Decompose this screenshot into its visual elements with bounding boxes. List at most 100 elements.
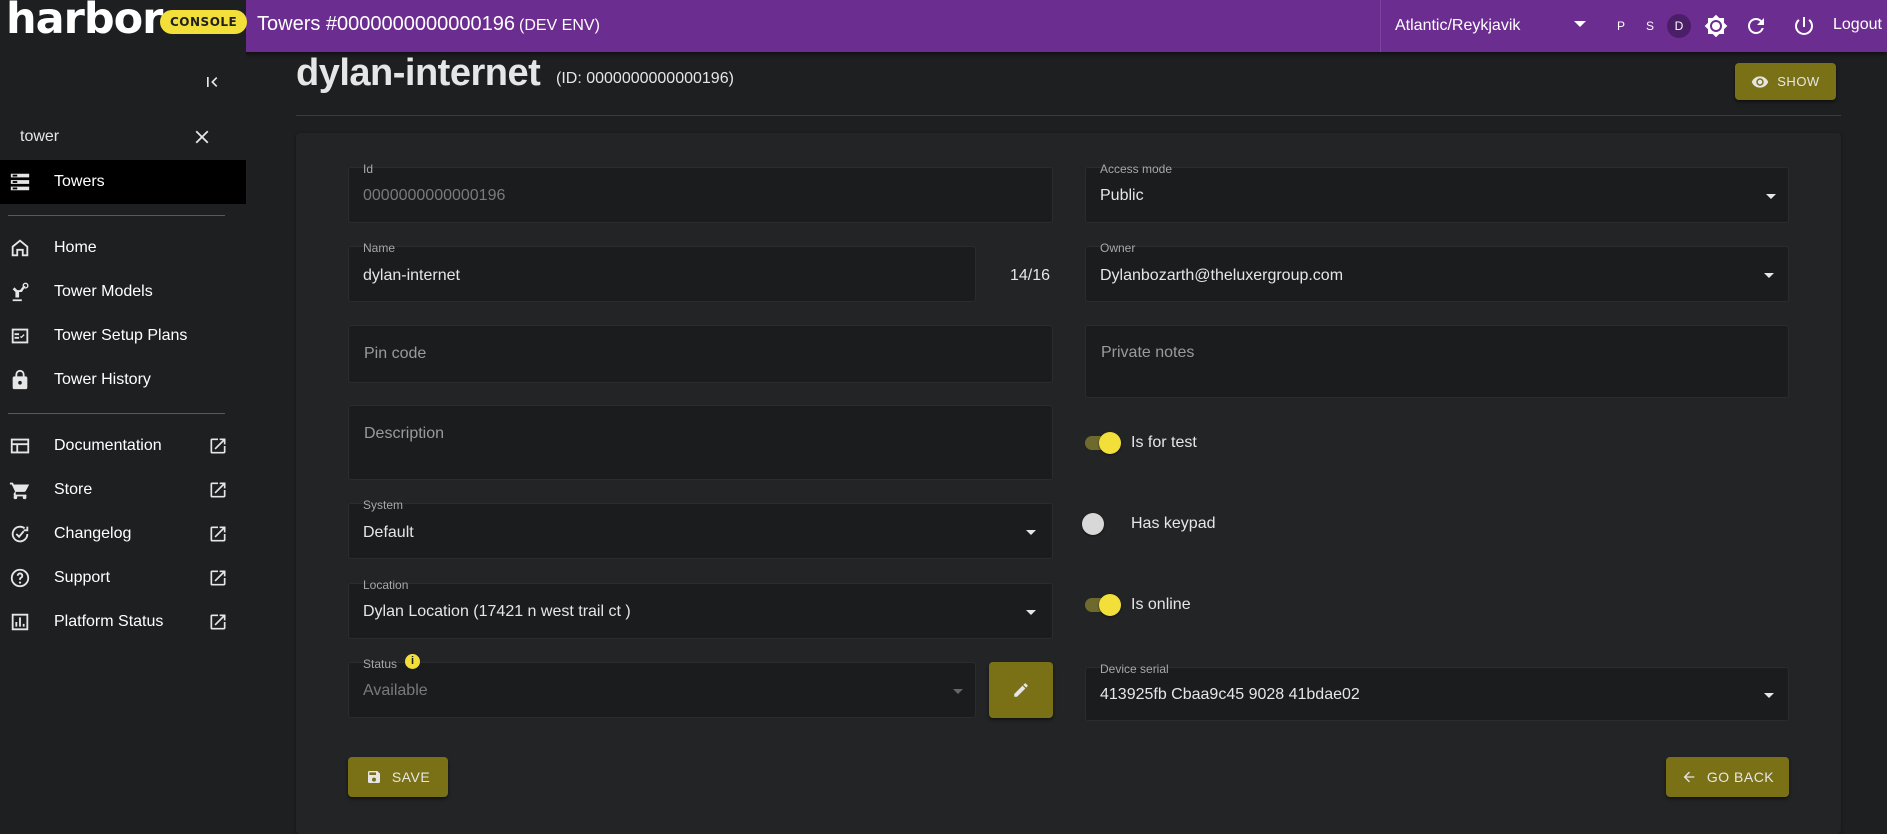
description-field[interactable]: Description <box>348 405 1053 480</box>
logo[interactable]: harbor CONSOLE <box>0 0 248 52</box>
status-chart-icon <box>8 610 32 634</box>
sidebar-item-support[interactable]: Support <box>0 556 246 600</box>
page-subtitle: (ID: 0000000000000196) <box>556 70 734 87</box>
sidebar-item-store[interactable]: Store <box>0 468 246 512</box>
location-value: Dylan Location (17421 n west trail ct ) <box>363 603 631 620</box>
open-external-icon <box>206 610 230 634</box>
sidebar-divider <box>8 215 225 216</box>
is-for-test-toggle[interactable] <box>1083 430 1123 454</box>
show-button-label: SHOW <box>1777 74 1820 89</box>
page-title: dylan-internet <box>296 52 541 94</box>
chevron-down-icon <box>1574 21 1586 27</box>
sidebar-item-documentation[interactable]: Documentation <box>0 424 246 468</box>
name-label: Name <box>363 241 396 255</box>
brand-name: harbor <box>6 0 163 44</box>
chevron-down-icon <box>1766 194 1776 199</box>
sidebar-item-towers[interactable]: Towers <box>0 160 246 204</box>
sidebar-item-label: Changelog <box>54 525 132 542</box>
open-external-icon <box>206 434 230 458</box>
layout-icon <box>8 434 32 458</box>
owner-select[interactable]: Owner Dylanbozarth@theluxergroup.com <box>1085 241 1789 302</box>
power-icon <box>1795 17 1813 35</box>
description-placeholder: Description <box>364 425 445 442</box>
sidebar-item-label: Tower History <box>54 371 151 388</box>
theme-toggle-button[interactable] <box>1702 12 1730 40</box>
env-label: (DEV ENV) <box>519 17 600 34</box>
owner-value: Dylanbozarth@theluxergroup.com <box>1100 267 1344 284</box>
env-chip-s[interactable]: S <box>1638 14 1662 38</box>
is-online-toggle[interactable] <box>1083 592 1123 616</box>
open-external-icon <box>206 478 230 502</box>
timezone-value: Atlantic/Reykjavik <box>1395 17 1521 34</box>
system-select[interactable]: System Default <box>348 498 1053 559</box>
chevron-down-icon <box>1764 693 1774 698</box>
pencil-icon <box>1014 683 1028 697</box>
has-keypad-toggle[interactable] <box>1082 511 1122 535</box>
env-chip-d[interactable]: D <box>1667 14 1691 38</box>
env-chip-p[interactable]: P <box>1609 14 1633 38</box>
page-header-title: Towers #0000000000000196 (DEV ENV) <box>257 13 600 36</box>
robot-arm-icon <box>8 280 32 304</box>
collapse-left-icon <box>207 77 218 87</box>
sidebar-item-label: Store <box>54 481 93 498</box>
header-title-text: Towers #0000000000000196 <box>257 13 515 35</box>
id-value: 0000000000000196 <box>363 187 506 204</box>
brand-badge: CONSOLE <box>160 10 248 34</box>
chevron-down-icon <box>1026 530 1036 535</box>
private-notes-field[interactable]: Private notes <box>1085 325 1789 398</box>
close-icon <box>195 130 209 144</box>
device-serial-select[interactable]: Device serial 413925fb Cbaa9c45 9028 41b… <box>1085 662 1789 721</box>
sidebar-item-changelog[interactable]: Changelog <box>0 512 246 556</box>
timezone-select[interactable]: Atlantic/Reykjavik <box>1380 0 1598 52</box>
sidebar-item-tower-models[interactable]: Tower Models <box>0 270 246 314</box>
access-mode-select[interactable]: Access mode Public <box>1085 162 1789 223</box>
open-external-icon <box>206 566 230 590</box>
go-back-button-label: GO BACK <box>1706 769 1775 785</box>
checklist-icon <box>8 324 32 348</box>
toggle-thumb <box>1082 513 1104 535</box>
system-value: Default <box>363 524 414 541</box>
device-serial-label: Device serial <box>1100 662 1169 676</box>
eye-icon <box>1752 75 1769 88</box>
access-mode-value: Public <box>1100 187 1144 204</box>
id-label: Id <box>363 162 374 176</box>
chevron-down-icon <box>953 689 963 694</box>
sidebar-item-platform-status[interactable]: Platform Status <box>0 600 246 644</box>
pin-code-field[interactable]: Pin code <box>348 325 1053 383</box>
refresh-button[interactable] <box>1742 12 1770 40</box>
sidebar-item-home[interactable]: Home <box>0 226 246 270</box>
location-select[interactable]: Location Dylan Location (17421 n west tr… <box>348 578 1053 639</box>
sidebar-item-label: Towers <box>54 173 105 190</box>
logout-link[interactable]: Logout <box>1833 16 1882 34</box>
chevron-down-icon <box>1764 273 1774 278</box>
clear-search-button[interactable] <box>190 125 214 149</box>
go-back-button[interactable]: GO BACK <box>1666 757 1789 797</box>
search-input[interactable] <box>20 122 180 152</box>
location-label: Location <box>363 578 409 592</box>
sidebar-item-label: Documentation <box>54 437 162 454</box>
refresh-icon <box>1748 18 1764 34</box>
sidebar-item-label: Tower Models <box>54 283 153 300</box>
save-icon <box>367 771 380 783</box>
sidebar-item-tower-history[interactable]: Tower History <box>0 358 246 402</box>
save-button[interactable]: SAVE <box>348 757 448 797</box>
changelog-icon <box>8 522 32 546</box>
sidebar-item-label: Home <box>54 239 97 256</box>
is-for-test-label: Is for test <box>1131 434 1197 451</box>
sidebar-item-tower-setup-plans[interactable]: Tower Setup Plans <box>0 314 246 358</box>
collapse-sidebar-button[interactable] <box>200 70 224 94</box>
edit-status-button[interactable] <box>989 662 1053 718</box>
access-mode-label: Access mode <box>1100 162 1173 176</box>
has-keypad-label: Has keypad <box>1131 515 1216 532</box>
chevron-down-icon <box>1026 610 1036 615</box>
sidebar-item-label: Platform Status <box>54 613 164 630</box>
device-serial-value: 413925fb Cbaa9c45 9028 41bdae02 <box>1100 686 1360 703</box>
owner-label: Owner <box>1100 241 1136 255</box>
towers-icon <box>8 170 32 194</box>
status-label: Status <box>363 657 398 671</box>
is-online-label: Is online <box>1131 596 1191 613</box>
show-button[interactable]: SHOW <box>1735 63 1836 100</box>
name-field[interactable]: Name dylan-internet <box>348 241 976 302</box>
power-button[interactable] <box>1790 12 1818 40</box>
info-icon[interactable]: i <box>405 654 420 669</box>
